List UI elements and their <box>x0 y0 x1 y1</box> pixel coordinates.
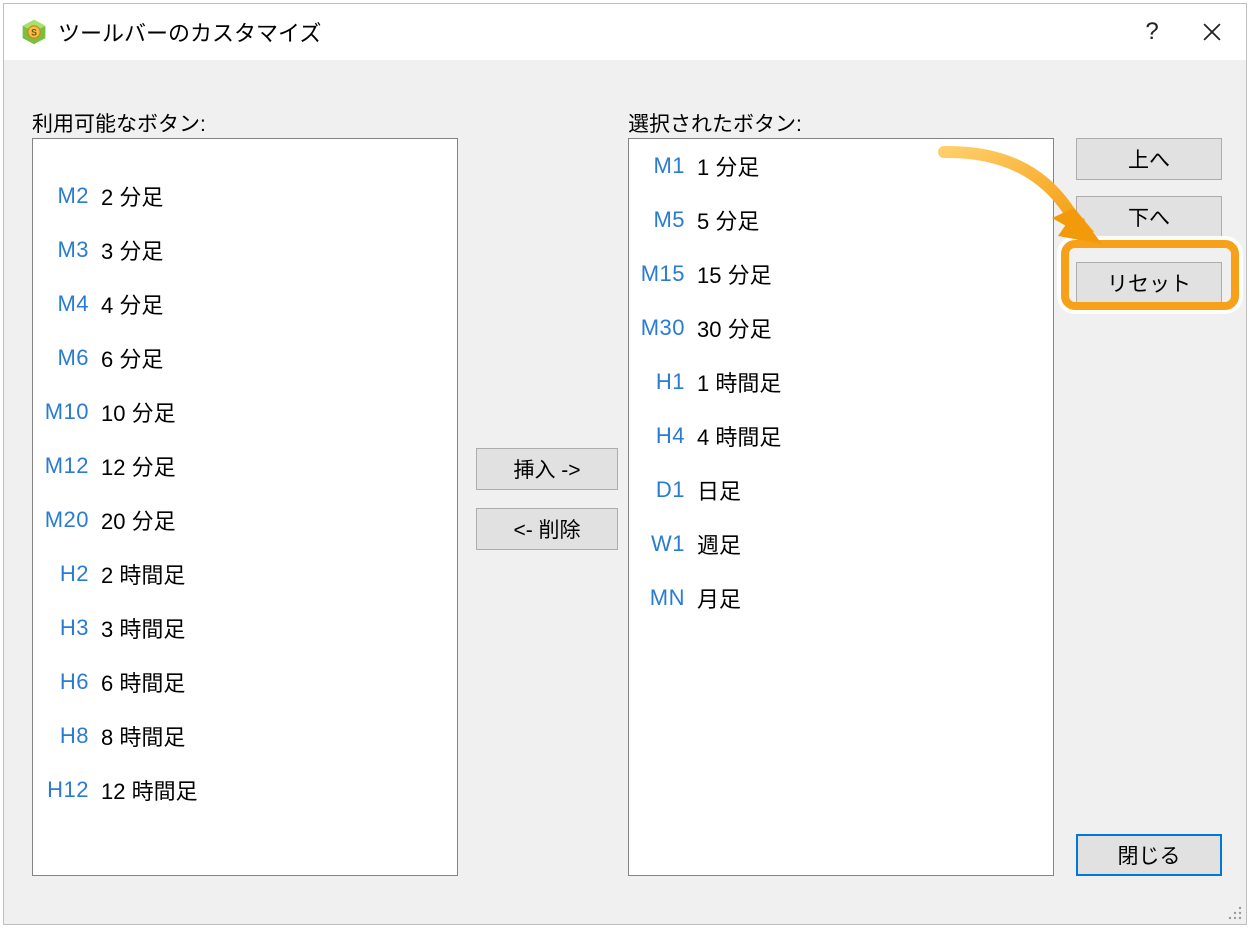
timeframe-code: H3 <box>33 615 95 641</box>
reset-button[interactable]: リセット <box>1076 262 1222 304</box>
timeframe-label: 20 分足 <box>95 504 176 536</box>
list-item[interactable]: W1週足 <box>629 517 1053 571</box>
list-item[interactable] <box>33 139 457 169</box>
timeframe-code: W1 <box>629 531 691 557</box>
timeframe-code: H2 <box>33 561 95 587</box>
timeframe-label: 15 分足 <box>691 258 772 290</box>
timeframe-label: 4 時間足 <box>691 420 781 452</box>
timeframe-label: 12 時間足 <box>95 774 198 806</box>
available-listbox[interactable]: M22 分足M33 分足M44 分足M66 分足M1010 分足M1212 分足… <box>32 138 458 876</box>
timeframe-label: 1 分足 <box>691 150 759 182</box>
timeframe-code: M4 <box>33 291 95 317</box>
list-item[interactable]: D1日足 <box>629 463 1053 517</box>
move-down-button[interactable]: 下へ <box>1076 196 1222 238</box>
list-item[interactable]: H66 時間足 <box>33 655 457 709</box>
available-label: 利用可能なボタン: <box>32 108 206 138</box>
remove-button[interactable]: <- 削除 <box>476 508 618 550</box>
list-item[interactable]: H11 時間足 <box>629 355 1053 409</box>
selected-label: 選択されたボタン: <box>628 108 802 138</box>
timeframe-label: 4 分足 <box>95 288 163 320</box>
dialog-title: ツールバーのカスタマイズ <box>58 16 321 48</box>
timeframe-label: 週足 <box>691 528 741 560</box>
timeframe-code: M20 <box>33 507 95 533</box>
timeframe-code: D1 <box>629 477 691 503</box>
list-item[interactable]: M33 分足 <box>33 223 457 277</box>
list-item[interactable]: M1010 分足 <box>33 385 457 439</box>
timeframe-code: M2 <box>33 183 95 209</box>
list-item[interactable]: M2020 分足 <box>33 493 457 547</box>
timeframe-code: MN <box>629 585 691 611</box>
timeframe-label: 3 時間足 <box>95 612 185 644</box>
list-item[interactable]: H1212 時間足 <box>33 763 457 817</box>
list-item[interactable]: M11 分足 <box>629 139 1053 193</box>
timeframe-label: 2 分足 <box>95 180 163 212</box>
timeframe-label: 6 時間足 <box>95 666 185 698</box>
timeframe-code: H8 <box>33 723 95 749</box>
insert-button[interactable]: 挿入 -> <box>476 448 618 490</box>
timeframe-label: 月足 <box>691 582 741 614</box>
timeframe-code: H1 <box>629 369 691 395</box>
timeframe-code: M10 <box>33 399 95 425</box>
list-item[interactable]: H44 時間足 <box>629 409 1053 463</box>
help-button[interactable]: ? <box>1122 4 1182 60</box>
app-icon: S <box>20 18 48 46</box>
titlebar: S ツールバーのカスタマイズ ? <box>4 4 1246 60</box>
list-item[interactable]: H88 時間足 <box>33 709 457 763</box>
timeframe-code: M6 <box>33 345 95 371</box>
list-item[interactable]: M44 分足 <box>33 277 457 331</box>
timeframe-label: 6 分足 <box>95 342 163 374</box>
close-icon <box>1203 23 1221 41</box>
timeframe-code: H12 <box>33 777 95 803</box>
move-up-button[interactable]: 上へ <box>1076 138 1222 180</box>
timeframe-label: 12 分足 <box>95 450 176 482</box>
timeframe-code: M1 <box>629 153 691 179</box>
list-item[interactable]: M3030 分足 <box>629 301 1053 355</box>
list-item[interactable]: M1212 分足 <box>33 439 457 493</box>
list-item[interactable]: M1515 分足 <box>629 247 1053 301</box>
list-item[interactable]: M55 分足 <box>629 193 1053 247</box>
client-area: 利用可能なボタン: 選択されたボタン: M22 分足M33 分足M44 分足M6… <box>4 60 1246 924</box>
timeframe-label: 3 分足 <box>95 234 163 266</box>
close-window-button[interactable] <box>1182 4 1242 60</box>
timeframe-label: 5 分足 <box>691 204 759 236</box>
timeframe-code: M5 <box>629 207 691 233</box>
timeframe-label: 8 時間足 <box>95 720 185 752</box>
list-item[interactable]: H22 時間足 <box>33 547 457 601</box>
customize-toolbar-dialog: S ツールバーのカスタマイズ ? 利用可能なボタン: 選択されたボタン: M22… <box>3 3 1247 925</box>
timeframe-label: 1 時間足 <box>691 366 781 398</box>
timeframe-code: H6 <box>33 669 95 695</box>
list-item[interactable]: H33 時間足 <box>33 601 457 655</box>
timeframe-code: M15 <box>629 261 691 287</box>
svg-text:S: S <box>31 28 37 38</box>
close-button[interactable]: 閉じる <box>1076 834 1222 876</box>
timeframe-label: 2 時間足 <box>95 558 185 590</box>
list-item[interactable]: M22 分足 <box>33 169 457 223</box>
timeframe-label: 10 分足 <box>95 396 176 428</box>
resize-grip-icon[interactable] <box>1226 904 1244 922</box>
timeframe-code: M30 <box>629 315 691 341</box>
timeframe-code: M12 <box>33 453 95 479</box>
timeframe-code: H4 <box>629 423 691 449</box>
list-item[interactable]: M66 分足 <box>33 331 457 385</box>
list-item[interactable]: MN月足 <box>629 571 1053 625</box>
timeframe-label: 30 分足 <box>691 312 772 344</box>
timeframe-label: 日足 <box>691 474 741 506</box>
selected-listbox[interactable]: M11 分足M55 分足M1515 分足M3030 分足H11 時間足H44 時… <box>628 138 1054 876</box>
timeframe-code: M3 <box>33 237 95 263</box>
